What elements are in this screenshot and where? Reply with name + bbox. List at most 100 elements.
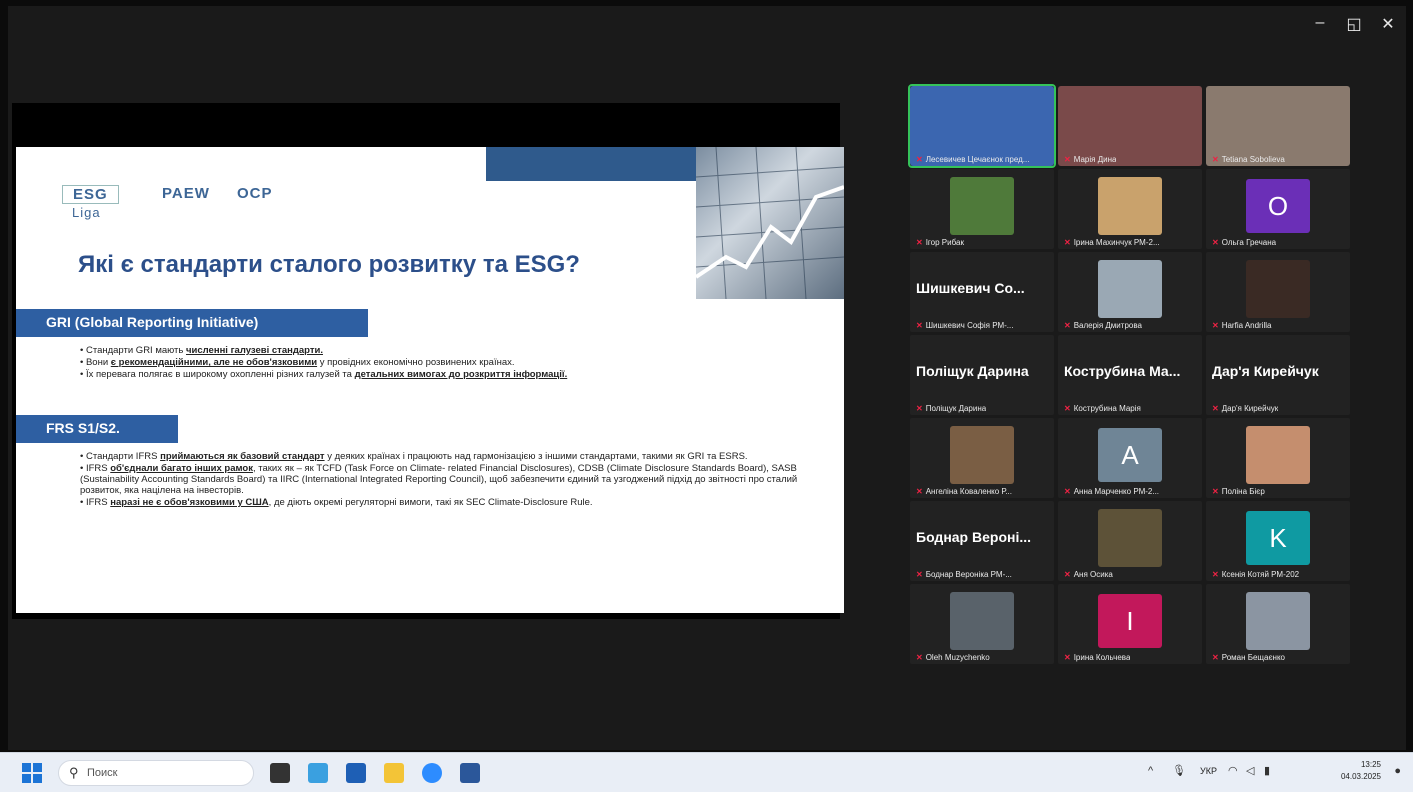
muted-mic-icon: ✕ [1064, 487, 1071, 496]
paew-logo: PAEW [162, 185, 210, 202]
participant-tile[interactable]: ✕ Лесевичев Цечаєнок пред... [908, 84, 1056, 168]
mic-icon[interactable]: 🎙 [1172, 764, 1186, 777]
participant-gallery: ✕ Лесевичев Цечаєнок пред... ✕ Марія Дина ✕ T… [908, 84, 1350, 666]
participant-tile[interactable]: A ✕ Анна Марченко РМ-2... [1058, 418, 1202, 498]
muted-mic-icon: ✕ [1064, 155, 1071, 164]
participant-tile[interactable]: ✕ Аня Осика [1058, 501, 1202, 581]
restore-button[interactable]: ◱ [1342, 14, 1366, 34]
participant-name: ✕ Боднар Вероніка РМ-... [916, 570, 1012, 579]
participant-display-name: Боднар Вероні... [916, 529, 1032, 545]
ifrs-heading: FRS S1/S2. [16, 415, 178, 443]
participant-name-text: Oleh Muzychenko [925, 653, 990, 662]
participant-tile[interactable]: Дар'я Кирейчук ✕ Дар'я Кирейчук [1206, 335, 1350, 415]
word-icon[interactable] [460, 763, 480, 783]
participant-name-text: Harfia Andrilla [1221, 321, 1272, 330]
volume-icon[interactable]: ◁ [1246, 764, 1254, 777]
participant-name: ✕ Кострубина Марія [1064, 404, 1141, 413]
participant-tile[interactable]: Поліщук Дарина ✕ Поліщук Дарина [910, 335, 1054, 415]
participant-tile[interactable]: ✕ Ігор Рибак [910, 169, 1054, 249]
muted-mic-icon: ✕ [916, 238, 923, 247]
language-indicator[interactable]: УКР [1200, 766, 1217, 776]
participant-tile[interactable]: Шишкевич Со... ✕ Шишкевич Софія РМ-... [910, 252, 1054, 332]
zoom-icon[interactable] [422, 763, 442, 783]
participant-tile[interactable]: Боднар Вероні... ✕ Боднар Вероніка РМ-... [910, 501, 1054, 581]
file-explorer-icon[interactable] [384, 763, 404, 783]
stock-chart-image [694, 147, 844, 300]
participant-video [1246, 592, 1310, 650]
windows-taskbar: ⚲ Поиск ^ 🎙 УКР ◠ ◁ ▮ 13:25 04.03.2025 ● [0, 752, 1413, 792]
bullet-text: у деяких країнах і працюють над гармоніз… [324, 451, 748, 462]
participant-name: ✕ Поліщук Дарина [916, 404, 986, 413]
participant-name-text: Ірина Махинчук РМ-2... [1073, 238, 1160, 247]
participant-tile[interactable]: ✕ Марія Дина [1058, 86, 1202, 166]
close-button[interactable]: ✕ [1376, 14, 1400, 34]
presentation-slide: ESG Liga PAEW OCP Які є стандарти сталог… [16, 147, 844, 613]
bullet-emphasis: численні галузеві стандарти. [186, 345, 323, 356]
participant-tile[interactable]: ✕ Поліна Бієр [1206, 418, 1350, 498]
notification-bell-icon[interactable]: ● [1394, 765, 1401, 777]
participant-tile[interactable]: ✕ Валерія Дмитрова [1058, 252, 1202, 332]
participant-video [1098, 177, 1162, 235]
participant-tile[interactable]: О ✕ Ольга Гречана [1206, 169, 1350, 249]
participant-name: ✕ Аня Осика [1064, 570, 1113, 579]
participant-tile[interactable]: ✕ Ангеліна Коваленко Р... [910, 418, 1054, 498]
participant-name-text: Лесевичев Цечаєнок пред... [925, 155, 1030, 164]
participant-name: ✕ Валерія Дмитрова [1064, 321, 1142, 330]
muted-mic-icon: ✕ [1064, 238, 1071, 247]
participant-name: ✕ Ангеліна Коваленко Р... [916, 487, 1012, 496]
ifrs-bullet: • Стандарти IFRS приймаються як базовий … [80, 451, 800, 462]
participant-display-name: Кострубина Ма... [1064, 363, 1181, 379]
participant-tile[interactable]: ✕ Oleh Muzychenko [910, 584, 1054, 664]
participant-name-text: Боднар Вероніка РМ-... [925, 570, 1012, 579]
participant-name-text: Ігор Рибак [925, 238, 964, 247]
participant-tile[interactable]: K ✕ Ксенія Котяй РМ-202 [1206, 501, 1350, 581]
ocp-logo: OCP [237, 185, 273, 202]
gri-bullet: • Їх перевага полягає в широкому охоплен… [80, 369, 760, 380]
participant-name: ✕ Лесевичев Цечаєнок пред... [916, 155, 1029, 164]
task-view-icon[interactable] [270, 763, 290, 783]
clock[interactable]: 13:25 04.03.2025 [1341, 759, 1381, 783]
participant-name-text: Поліщук Дарина [925, 404, 987, 413]
muted-mic-icon: ✕ [916, 321, 923, 330]
wifi-icon[interactable]: ◠ [1228, 764, 1238, 777]
participant-name: ✕ Марія Дина [1064, 155, 1116, 164]
participant-tile[interactable]: ✕ Ірина Махинчук РМ-2... [1058, 169, 1202, 249]
participant-tile[interactable]: ✕ Harfia Andrilla [1206, 252, 1350, 332]
time: 13:25 [1360, 760, 1381, 769]
participant-name: ✕ Ірина Махинчук РМ-2... [1064, 238, 1160, 247]
participant-name: ✕ Ксенія Котяй РМ-202 [1212, 570, 1299, 579]
muted-mic-icon: ✕ [1212, 487, 1219, 496]
participant-name: ✕ Harfia Andrilla [1212, 321, 1272, 330]
taskbar-search[interactable]: ⚲ Поиск [58, 760, 254, 786]
widgets-icon[interactable] [308, 763, 328, 783]
participant-display-name: Дар'я Кирейчук [1212, 363, 1319, 379]
muted-mic-icon: ✕ [1064, 404, 1071, 413]
muted-mic-icon: ✕ [916, 487, 923, 496]
minimize-button[interactable]: – [1308, 14, 1332, 32]
muted-mic-icon: ✕ [1212, 653, 1219, 662]
participant-video [910, 86, 1054, 166]
participant-tile[interactable]: ✕ Роман Бещаєнко [1206, 584, 1350, 664]
participant-name: ✕ Поліна Бієр [1212, 487, 1265, 496]
ifrs-bullet: • IFRS об'єднали багато інших рамок, так… [80, 463, 800, 496]
muted-mic-icon: ✕ [916, 570, 923, 579]
participant-tile[interactable]: I ✕ Ірина Кольчева [1058, 584, 1202, 664]
participant-tile[interactable]: ✕ Tetiana Sobolieva [1206, 86, 1350, 166]
participant-name-text: Ксенія Котяй РМ-202 [1221, 570, 1300, 579]
muted-mic-icon: ✕ [1064, 653, 1071, 662]
participant-name: ✕ Tetiana Sobolieva [1212, 155, 1285, 164]
participant-name-text: Марія Дина [1073, 155, 1117, 164]
participant-video [950, 426, 1014, 484]
bullet-text: • IFRS [80, 463, 111, 474]
bullet-emphasis: об'єднали багато інших рамок [110, 463, 253, 474]
muted-mic-icon: ✕ [1212, 404, 1219, 413]
tray-chevron-icon[interactable]: ^ [1148, 765, 1153, 777]
participant-name-text: Ірина Кольчева [1073, 653, 1131, 662]
store-icon[interactable] [346, 763, 366, 783]
muted-mic-icon: ✕ [1212, 321, 1219, 330]
participant-tile[interactable]: Кострубина Ма... ✕ Кострубина Марія [1058, 335, 1202, 415]
start-button[interactable] [22, 763, 42, 783]
battery-icon[interactable]: ▮ [1264, 764, 1270, 777]
liga-logo: Liga [72, 205, 101, 220]
zoom-meeting-window: – ◱ ✕ ESG Liga PAEW OCP Які є стандарти … [8, 6, 1406, 750]
